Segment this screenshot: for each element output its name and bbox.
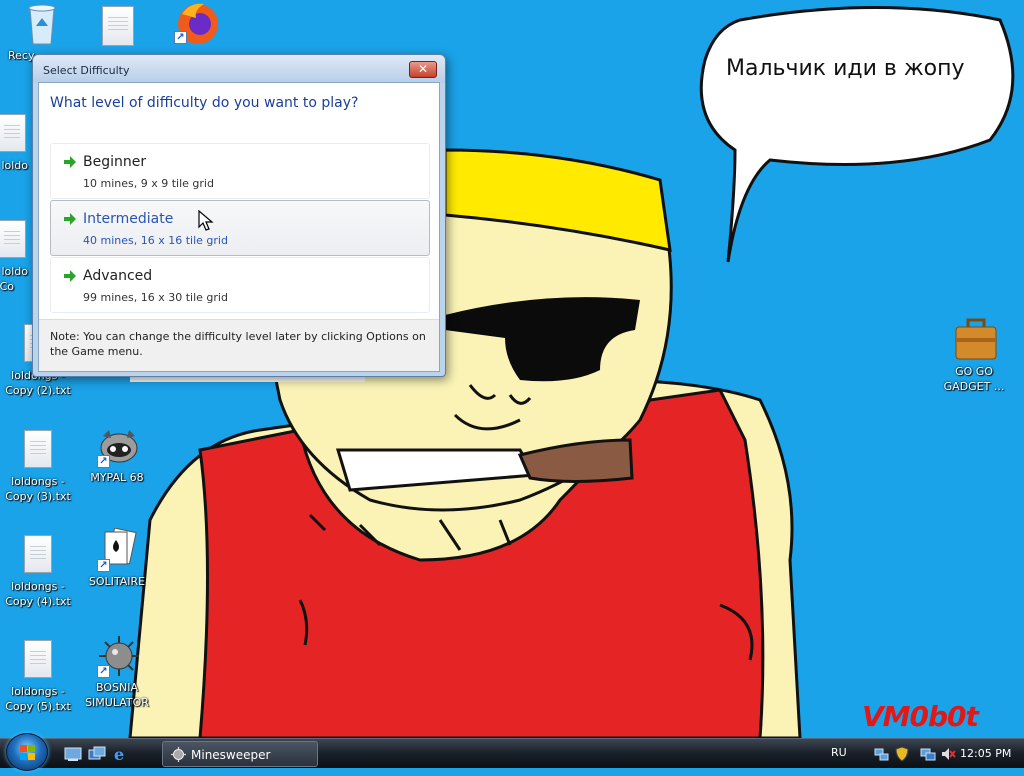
text-file-icon (0, 112, 32, 156)
note-area: Note: You can change the difficulty leve… (39, 319, 439, 371)
taskbar-button-minesweeper[interactable]: Minesweeper (162, 741, 318, 767)
desktop-icon-loldongs-copy-5[interactable]: loldongs - Copy (5).txt (0, 638, 80, 714)
desktop: Мальчик иди в жопу VM0b0t Recy ↗ loldo l… (0, 0, 1024, 738)
desktop-icon-loldongs-copy-3[interactable]: loldongs - Copy (3).txt (0, 428, 80, 504)
desktop-icon-label: MYPAL 68 (90, 471, 144, 484)
select-difficulty-dialog: Select Difficulty ✕ What level of diffic… (32, 54, 446, 377)
desktop-icon-mypal[interactable]: ↗ MYPAL 68 (75, 424, 159, 485)
desktop-icon-loldongs-copy-4[interactable]: loldongs - Copy (4).txt (0, 533, 80, 609)
desktop-icon-label: GADGET ... (943, 380, 1005, 393)
desktop-icon-label: loldongs - (11, 475, 65, 488)
shortcut-arrow-icon: ↗ (97, 665, 110, 678)
dialog-note: Note: You can change the difficulty leve… (50, 330, 426, 358)
desktop-icon-label: loldongs - (11, 580, 65, 593)
option-name: Intermediate (83, 211, 174, 227)
text-file-icon (18, 428, 58, 472)
close-button[interactable]: ✕ (409, 61, 437, 78)
desktop-icon-firefox[interactable]: ↗ (152, 0, 236, 44)
desktop-icon-label: loldongs - (11, 685, 65, 698)
firefox-icon: ↗ (174, 0, 218, 44)
desktop-icon-label: Copy (2).txt (5, 384, 71, 397)
network-icon[interactable] (874, 746, 890, 762)
volume-muted-icon[interactable] (940, 746, 956, 762)
desktop-icon-label: SIMULATOR (85, 696, 149, 709)
briefcase-icon (954, 318, 997, 362)
green-arrow-icon (64, 270, 76, 282)
raccoon-icon: ↗ (97, 424, 138, 468)
speech-bubble-text: Мальчик иди в жопу (726, 56, 965, 81)
connection-icon[interactable] (920, 746, 936, 762)
dialog-content: What level of difficulty do you want to … (38, 82, 440, 372)
desktop-icon-go-go-gadget[interactable]: GO GO GADGET ... (932, 318, 1016, 394)
mouse-cursor-icon (198, 210, 214, 231)
mine-icon (171, 747, 186, 762)
option-name: Advanced (83, 268, 153, 284)
option-description: 10 mines, 9 x 9 tile grid (83, 177, 214, 190)
close-icon: ✕ (417, 62, 429, 76)
desktop-icon-label: BOSNIA (96, 681, 138, 694)
dialog-title: Select Difficulty (43, 64, 130, 77)
watermark: VM0b0t (862, 700, 979, 733)
text-file-icon (0, 218, 32, 262)
option-intermediate[interactable]: Intermediate 40 mines, 16 x 16 tile grid (50, 200, 430, 256)
desktop-icon-bosnia-simulator[interactable]: ↗ BOSNIA SIMULATOR (75, 634, 159, 710)
svg-text:e: e (114, 746, 124, 762)
desktop-icon-label: Copy (3).txt (5, 490, 71, 503)
desktop-icon-solitaire[interactable]: ↗ SOLITAIRE (75, 527, 159, 589)
text-file-icon (18, 533, 58, 577)
dialog-titlebar[interactable]: Select Difficulty ✕ (33, 55, 445, 83)
show-desktop-icon[interactable] (64, 746, 82, 762)
shortcut-arrow-icon: ↗ (97, 559, 110, 572)
desktop-icon-label: GO GO (955, 365, 993, 378)
option-advanced[interactable]: Advanced 99 mines, 16 x 30 tile grid (50, 257, 430, 313)
desktop-icon-text-file[interactable] (74, 4, 158, 48)
option-description: 99 mines, 16 x 30 tile grid (83, 291, 228, 304)
windows-logo-icon (20, 745, 35, 760)
start-button[interactable] (6, 733, 48, 771)
taskbar: e Minesweeper RU 12:05 PM (0, 733, 1024, 771)
shortcut-arrow-icon: ↗ (174, 31, 187, 44)
desktop-icon-label: SOLITAIRE (88, 575, 146, 588)
green-arrow-icon (64, 156, 76, 168)
dialog-question: What level of difficulty do you want to … (50, 95, 359, 111)
desktop-icon-label: Copy (4).txt (5, 595, 71, 608)
clock[interactable]: 12:05 PM (960, 747, 1011, 760)
desktop-icon-label: Copy (5).txt (5, 700, 71, 713)
text-file-icon (18, 638, 58, 682)
security-shield-icon[interactable] (894, 746, 910, 762)
solitaire-cards-icon: ↗ (97, 527, 137, 572)
recycle-bin-icon (22, 2, 62, 46)
option-beginner[interactable]: Beginner 10 mines, 9 x 9 tile grid (50, 143, 430, 199)
mine-icon: ↗ (97, 634, 139, 678)
switch-windows-icon[interactable] (88, 746, 106, 762)
option-name: Beginner (83, 154, 147, 170)
taskbar-button-label: Minesweeper (191, 748, 271, 762)
text-file-icon (96, 4, 136, 48)
shortcut-arrow-icon: ↗ (97, 455, 110, 468)
green-arrow-icon (64, 213, 76, 225)
language-indicator[interactable]: RU (831, 746, 847, 759)
option-description: 40 mines, 16 x 16 tile grid (83, 234, 228, 247)
internet-explorer-icon[interactable]: e (112, 746, 130, 762)
